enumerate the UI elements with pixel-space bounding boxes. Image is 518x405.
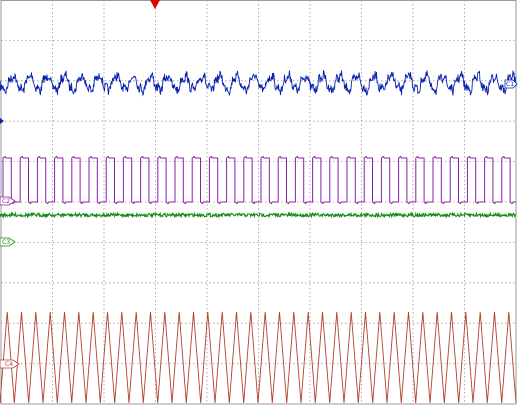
channel-2-trace	[0, 155, 516, 205]
waveform-display: C1 C2 C3 C4	[0, 0, 518, 405]
channel-4-label-tag[interactable]: C4	[0, 359, 20, 369]
channel-3-label-tag[interactable]: C3	[0, 237, 16, 247]
traces	[0, 69, 517, 404]
channel-4-trace	[0, 311, 517, 404]
channel-4-label: C4	[5, 361, 13, 368]
channel-3-label: C3	[2, 239, 10, 246]
trigger-position-marker[interactable]	[150, 0, 160, 9]
channel-1-label: C1	[506, 81, 514, 88]
oscilloscope-screen: C1 C2 C3 C4	[0, 0, 518, 405]
channel-1-trace	[0, 69, 517, 97]
channel-2-label-tag[interactable]: C2	[0, 196, 16, 206]
channel-3-trace	[0, 211, 516, 219]
channel-1-offset-marker[interactable]	[0, 118, 4, 124]
channel-2-label: C2	[2, 198, 10, 205]
